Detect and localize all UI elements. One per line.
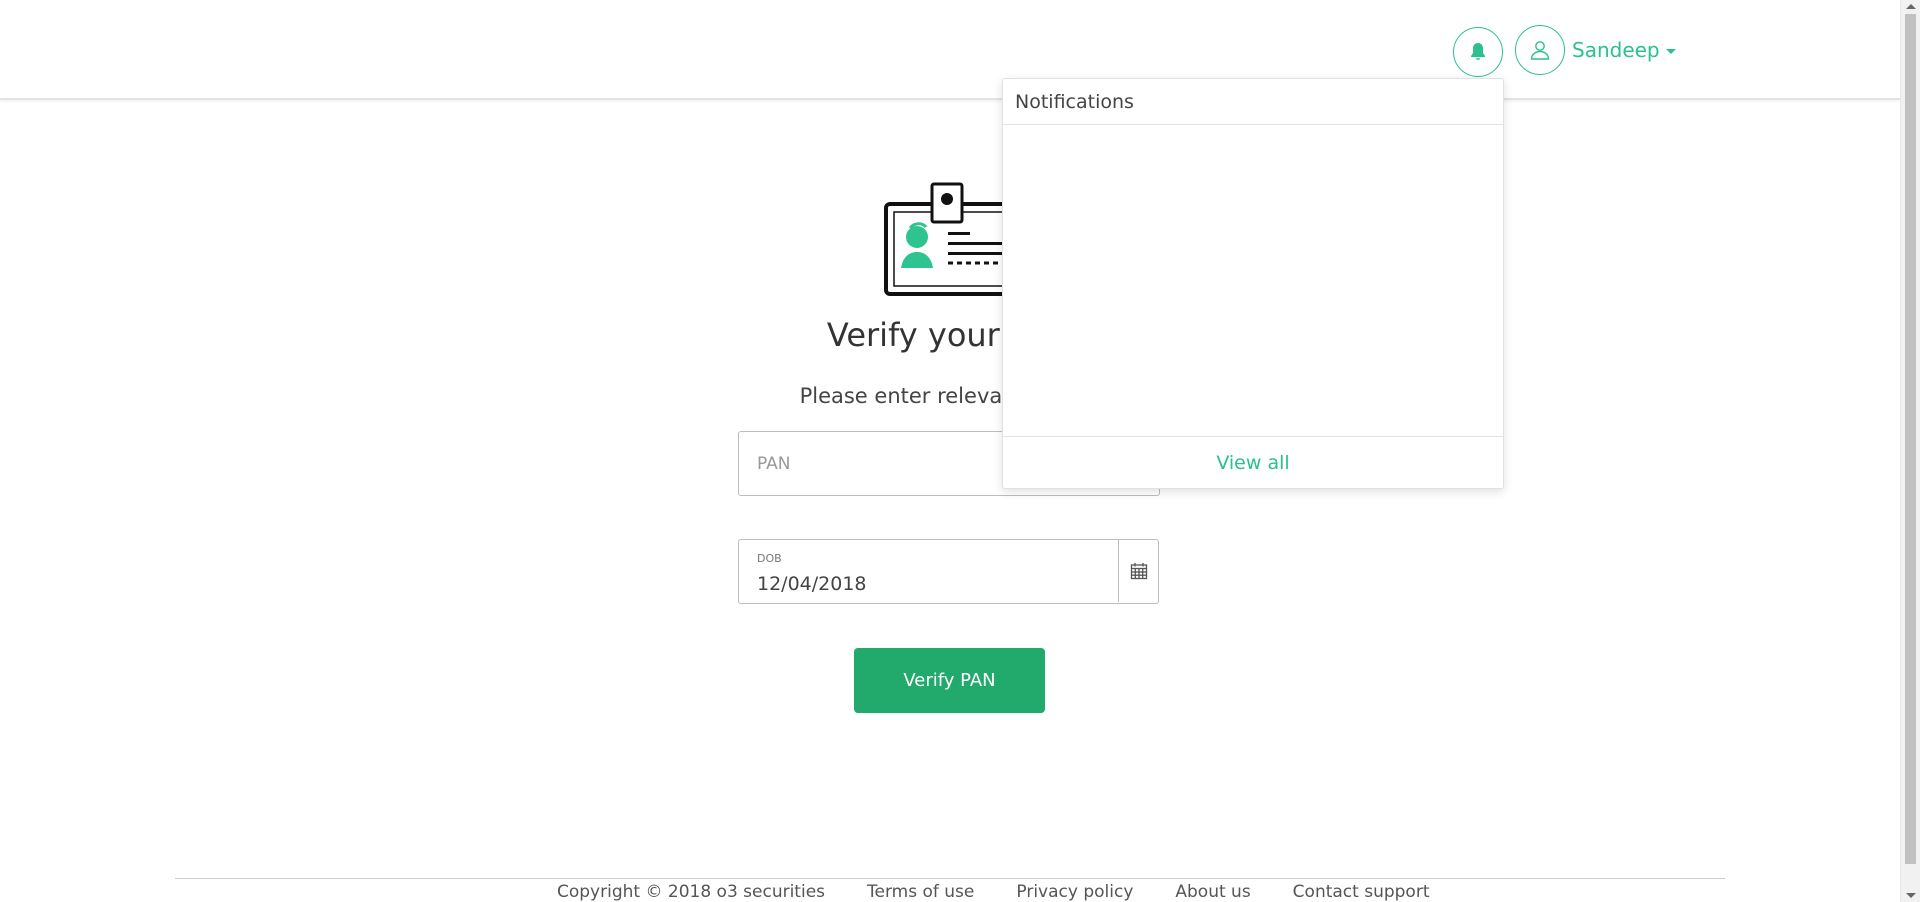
caret-down-icon — [1665, 49, 1676, 54]
notifications-list — [1003, 125, 1503, 437]
scroll-down-icon[interactable] — [1906, 893, 1916, 898]
user-avatar-button[interactable] — [1515, 25, 1565, 75]
footer-link-privacy[interactable]: Privacy policy — [1016, 882, 1133, 902]
footer-link-terms[interactable]: Terms of use — [867, 882, 974, 902]
calendar-button[interactable] — [1118, 540, 1158, 602]
scroll-thumb[interactable] — [1905, 14, 1916, 864]
page-scrollbar[interactable] — [1900, 0, 1920, 902]
view-all-link[interactable]: View all — [1003, 437, 1503, 489]
top-navbar: Sandeep — [0, 0, 1900, 100]
verify-pan-button[interactable]: Verify PAN — [854, 648, 1045, 713]
footer-divider — [175, 878, 1725, 879]
footer-link-contact[interactable]: Contact support — [1293, 882, 1430, 902]
footer-link-about[interactable]: About us — [1175, 882, 1250, 902]
calendar-icon — [1130, 563, 1147, 580]
dob-value[interactable]: 12/04/2018 — [757, 573, 867, 595]
notifications-dropdown: Notifications View all — [1002, 78, 1504, 489]
user-icon — [1530, 41, 1550, 60]
page-subtitle: Please enter relevant details — [799, 384, 1101, 408]
notifications-title: Notifications — [1003, 79, 1503, 125]
footer: Copyright © 2018 o3 securities Terms of … — [557, 882, 1430, 902]
user-menu-toggle[interactable]: Sandeep — [1572, 36, 1676, 64]
scroll-up-icon[interactable] — [1906, 4, 1916, 9]
user-name: Sandeep — [1572, 38, 1660, 62]
notifications-button[interactable] — [1453, 27, 1503, 77]
bell-icon — [1471, 43, 1485, 60]
dob-label: DOB — [757, 552, 782, 565]
dob-field[interactable]: DOB 12/04/2018 — [738, 539, 1159, 604]
page-title: Verify your PAN — [826, 316, 1074, 354]
footer-copyright: Copyright © 2018 o3 securities — [557, 882, 826, 902]
id-card-icon — [884, 182, 1016, 296]
